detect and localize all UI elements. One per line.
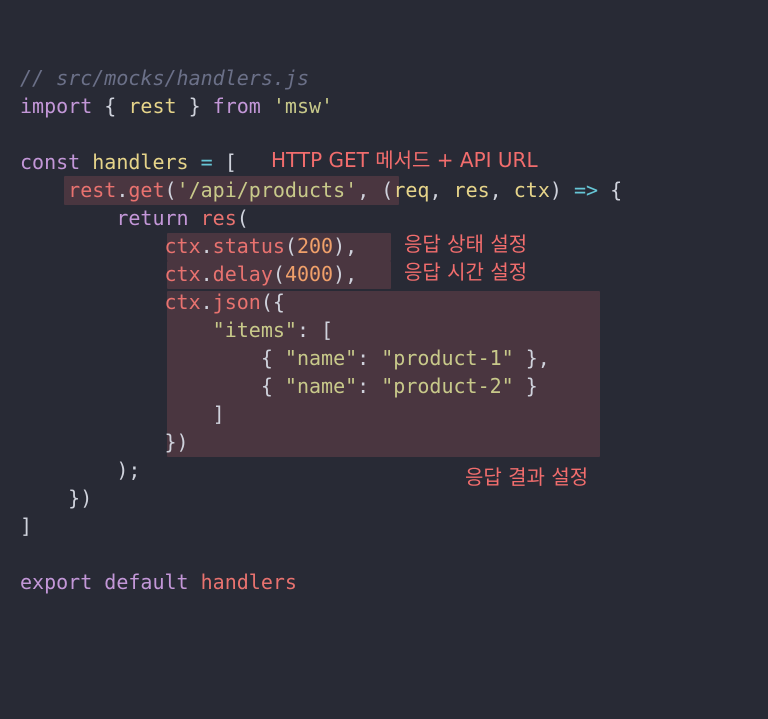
code-token: return — [116, 206, 189, 230]
code-token: }) — [20, 486, 93, 510]
code-token: ( — [284, 234, 297, 258]
code-line: ] — [20, 400, 225, 428]
code-token: { — [92, 94, 129, 118]
code-token: "name" — [284, 346, 358, 370]
annotation-result: 응답 결과 설정 — [465, 465, 589, 489]
code-token: . — [200, 290, 213, 314]
code-token: ctx — [164, 262, 201, 286]
code-token: '/api/products' — [176, 178, 358, 202]
code-token: export — [20, 570, 93, 594]
code-token: 4000 — [284, 262, 334, 286]
code-token: ({ — [260, 290, 285, 314]
annotation-http-get: HTTP GET 메서드 + API URL — [271, 148, 538, 172]
code-token: rest — [68, 178, 117, 202]
code-line: ctx.delay(4000), — [20, 260, 358, 288]
code-token: ( — [236, 206, 249, 230]
code-token: json — [212, 290, 261, 314]
code-line: ctx.json({ — [20, 288, 285, 316]
code-line: // src/mocks/handlers.js — [20, 64, 309, 92]
code-snippet-image: // src/mocks/handlers.js import { rest } … — [0, 0, 768, 719]
annotation-delay: 응답 시간 설정 — [404, 260, 528, 284]
code-token: ), — [333, 262, 358, 286]
code-line: ); — [20, 456, 140, 484]
code-token: 'msw' — [272, 94, 334, 118]
code-token: handlers — [92, 150, 189, 174]
code-token: . — [200, 262, 213, 286]
code-token: // src/mocks/handlers.js — [20, 66, 309, 90]
code-token: } — [513, 374, 538, 398]
code-token: "product-2" — [381, 374, 514, 398]
code-token: : [ — [296, 318, 334, 342]
code-line: { "name": "product-2" } — [20, 372, 538, 400]
code-token: , ( — [357, 178, 394, 202]
code-token: res — [200, 206, 237, 230]
code-token: handlers — [200, 570, 297, 594]
code-token: ); — [20, 458, 141, 482]
code-token: from — [212, 94, 261, 118]
code-token: const — [20, 150, 81, 174]
code-line: export default handlers — [20, 568, 297, 596]
code-token: "name" — [284, 374, 358, 398]
code-token: { — [598, 178, 623, 202]
annotation-status: 응답 상태 설정 — [404, 232, 528, 256]
code-token: req — [393, 178, 430, 202]
code-line: "items": [ — [20, 316, 333, 344]
code-token: . — [116, 178, 129, 202]
code-line: return res( — [20, 204, 249, 232]
code-token: rest — [128, 94, 177, 118]
code-line: ctx.status(200), — [20, 232, 358, 260]
code-line: const handlers = [ — [20, 148, 237, 176]
code-line: rest.get('/api/products', (req, res, ctx… — [20, 176, 622, 204]
code-token: status — [212, 234, 285, 258]
code-token: [ — [212, 150, 237, 174]
code-token: 200 — [296, 234, 334, 258]
code-token: ] — [20, 402, 225, 426]
code-token: , — [489, 178, 514, 202]
code-token: = — [200, 150, 213, 174]
code-token: res — [453, 178, 490, 202]
code-token: : — [357, 374, 382, 398]
code-token: ctx — [164, 234, 201, 258]
code-token: ctx — [164, 290, 201, 314]
code-token: ) — [549, 178, 574, 202]
code-token: . — [200, 234, 213, 258]
code-token: }) — [20, 430, 189, 454]
code-line: }) — [20, 484, 92, 512]
code-token: } — [176, 94, 213, 118]
code-token: , — [429, 178, 454, 202]
code-token: => — [573, 178, 599, 202]
code-line: }) — [20, 428, 189, 456]
code-line: ] — [20, 512, 32, 540]
code-token: ] — [20, 514, 33, 538]
code-token: : — [357, 346, 382, 370]
code-token: default — [104, 570, 189, 594]
code-token: }, — [513, 346, 550, 370]
code-token: ), — [333, 234, 358, 258]
code-token: ( — [164, 178, 177, 202]
code-token: delay — [212, 262, 273, 286]
code-line: import { rest } from 'msw' — [20, 92, 333, 120]
code-token: import — [20, 94, 93, 118]
code-token: ( — [272, 262, 285, 286]
code-line: { "name": "product-1" }, — [20, 344, 550, 372]
code-token: { — [20, 346, 285, 370]
code-token: "product-1" — [381, 346, 514, 370]
code-token: get — [128, 178, 165, 202]
code-token: { — [20, 374, 285, 398]
code-token: ctx — [513, 178, 550, 202]
code-token: "items" — [212, 318, 297, 342]
